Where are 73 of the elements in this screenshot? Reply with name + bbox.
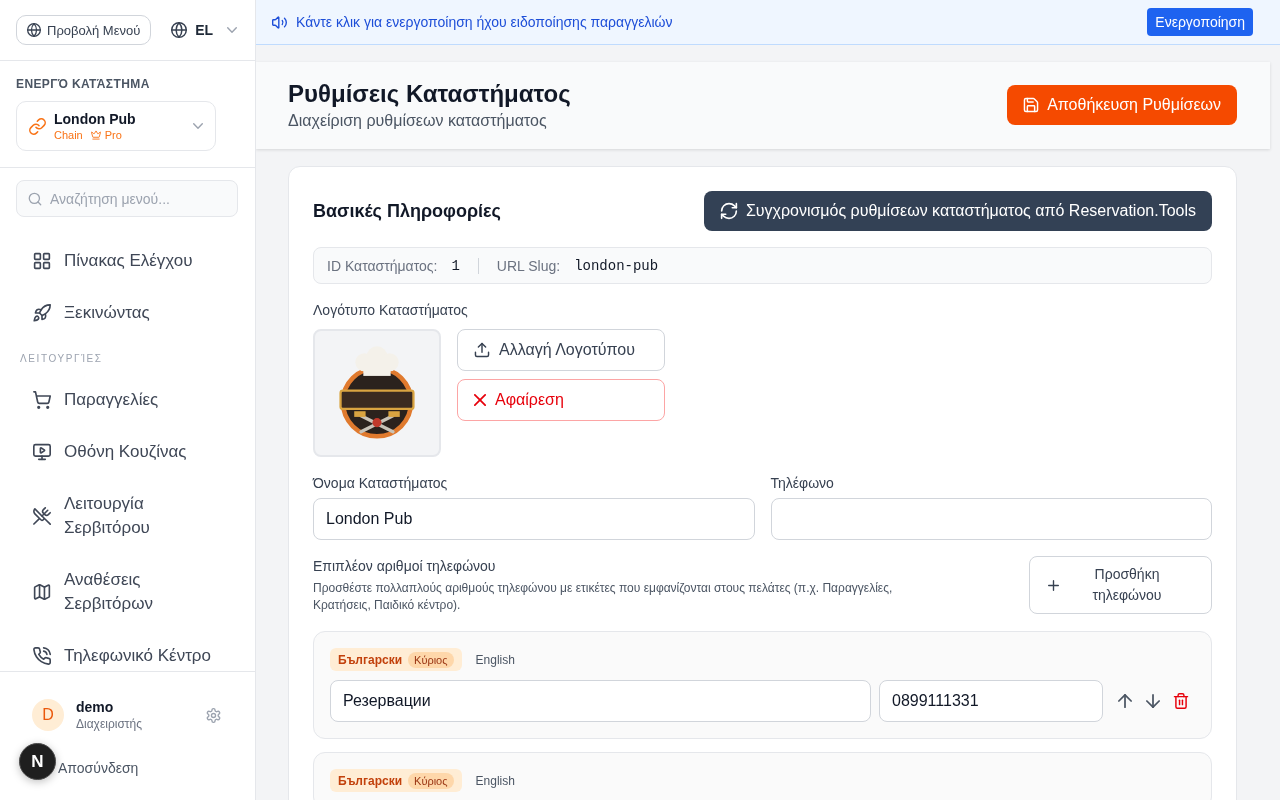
language-tab[interactable]: Български Κύριος xyxy=(330,648,462,671)
enable-sound-button[interactable]: Ενεργοποίηση xyxy=(1147,8,1253,36)
nav-item[interactable]: Πίνακας Ελέγχου xyxy=(16,235,239,287)
store-selector[interactable]: London Pub Chain Pro xyxy=(16,101,216,151)
close-icon xyxy=(474,394,486,406)
change-logo-button[interactable]: Αλλαγή Λογοτύπου xyxy=(457,329,665,371)
nav-section-label: ΛΕΙΤΟΥΡΓΊΕΣ xyxy=(19,352,104,366)
plan-label: Pro xyxy=(104,128,122,142)
sync-settings-button[interactable]: Συγχρονισμός ρυθμίσεων καταστήματος από Reservation.Tools xyxy=(703,191,1212,231)
primary-badge: Κύριος xyxy=(408,772,454,789)
search-icon xyxy=(28,192,42,206)
settings-icon xyxy=(206,707,221,723)
nav-item[interactable]: Αναθέσεις Σερβιτόρων xyxy=(16,554,239,630)
crossed-utensils-icon xyxy=(33,507,51,525)
label-input[interactable]: Резервации xyxy=(330,680,871,722)
refresh-icon xyxy=(719,202,738,220)
save-settings-button[interactable]: Αποθήκευση Ρυθμίσεων xyxy=(1007,85,1237,125)
section-title: Βασικές Πληροφορίες xyxy=(313,200,501,222)
logo-label: Λογότυπο Καταστήματος xyxy=(313,301,469,320)
globe-icon xyxy=(27,23,41,37)
primary-badge: Κύριος xyxy=(408,651,454,668)
cart-icon xyxy=(33,391,51,409)
language-code: EL xyxy=(195,22,214,38)
chevron-down-icon xyxy=(227,27,238,33)
field-label: Επιπλέον αριθμοί τηλεφώνου xyxy=(313,557,497,576)
language-tab[interactable]: English xyxy=(467,648,523,671)
crown-icon xyxy=(90,130,101,140)
speaker-icon xyxy=(272,14,287,30)
search-field[interactable]: Αναζήτηση μενού... xyxy=(16,180,238,217)
view-menu-button[interactable]: Προβολή Μενού xyxy=(16,15,152,45)
user-role: Διαχειριστής xyxy=(76,716,144,732)
help-text: Προσθέστε πολλαπλούς αριθμούς τηλεφώνου με ετικέτες που εμφανίζονται στους πελάτες (π.χ. Παραγγελίες, Κρατήσεις, Παιδικό κέντρο). xyxy=(313,580,894,614)
field-label: Τηλέφωνο xyxy=(770,474,835,493)
chevron-down-icon xyxy=(193,123,203,129)
link-icon xyxy=(29,117,46,135)
add-phone-button[interactable]: Προσθήκη τηλεφώνου xyxy=(1029,556,1212,614)
page-title: Ρυθμίσεις Καταστήματος xyxy=(288,79,571,109)
globe-icon xyxy=(171,22,188,38)
user-name: demo xyxy=(76,698,115,716)
upload-icon xyxy=(474,342,490,358)
map-icon xyxy=(33,583,51,601)
nav-item[interactable]: Ξεκινώντας xyxy=(16,287,239,339)
monitor-play-icon xyxy=(33,443,51,461)
remove-logo-button[interactable]: Αφαίρεση xyxy=(457,379,665,421)
arrow-down-icon xyxy=(1146,694,1160,708)
banner-message: Κάντε κλικ για ενεργοποίηση ήχου ειδοποίησης παραγγελιών xyxy=(296,14,673,30)
store-id-label: ID Καταστήματος: xyxy=(327,257,438,274)
section-heading: ΕΝΕΡΓΌ ΚΑΤΆΣΤΗΜΑ xyxy=(16,76,151,92)
url-slug-label: URL Slug: xyxy=(496,257,561,274)
store-name: London Pub xyxy=(54,110,137,128)
text-input[interactable] xyxy=(770,498,1212,540)
field-label: Όνομα Καταστήματος xyxy=(313,474,449,493)
page-subtitle: Διαχείριση ρυθμίσεων καταστήματος xyxy=(288,111,548,131)
language-selector[interactable]: EL xyxy=(171,22,238,38)
store-type: Chain xyxy=(54,128,83,142)
plus-icon xyxy=(1048,579,1059,591)
nav-item[interactable]: Τηλεφωνικό Κέντρο xyxy=(16,630,239,671)
text-input[interactable]: London Pub xyxy=(313,498,755,540)
avatar: D xyxy=(32,699,64,731)
trash-icon xyxy=(1173,693,1189,709)
language-tab[interactable]: Български Κύριος xyxy=(330,769,462,792)
nav-item[interactable]: Οθόνη Κουζίνας xyxy=(16,426,239,478)
language-tab[interactable]: English xyxy=(467,769,523,792)
nav-item[interactable]: Παραγγελίες xyxy=(16,374,239,426)
store-id-value: 1 xyxy=(451,257,460,274)
url-slug-value: london-pub xyxy=(574,257,659,274)
rocket-icon xyxy=(33,304,51,322)
logout-link[interactable]: Αποσύνδεση xyxy=(58,758,139,778)
grid-icon xyxy=(33,252,51,270)
phone-icon xyxy=(33,647,51,665)
phone-number-input[interactable]: 0899111331 xyxy=(879,680,1103,722)
settings-button[interactable] xyxy=(206,707,221,723)
nav-item[interactable]: Λειτουργία Σερβιτόρου xyxy=(16,478,239,554)
